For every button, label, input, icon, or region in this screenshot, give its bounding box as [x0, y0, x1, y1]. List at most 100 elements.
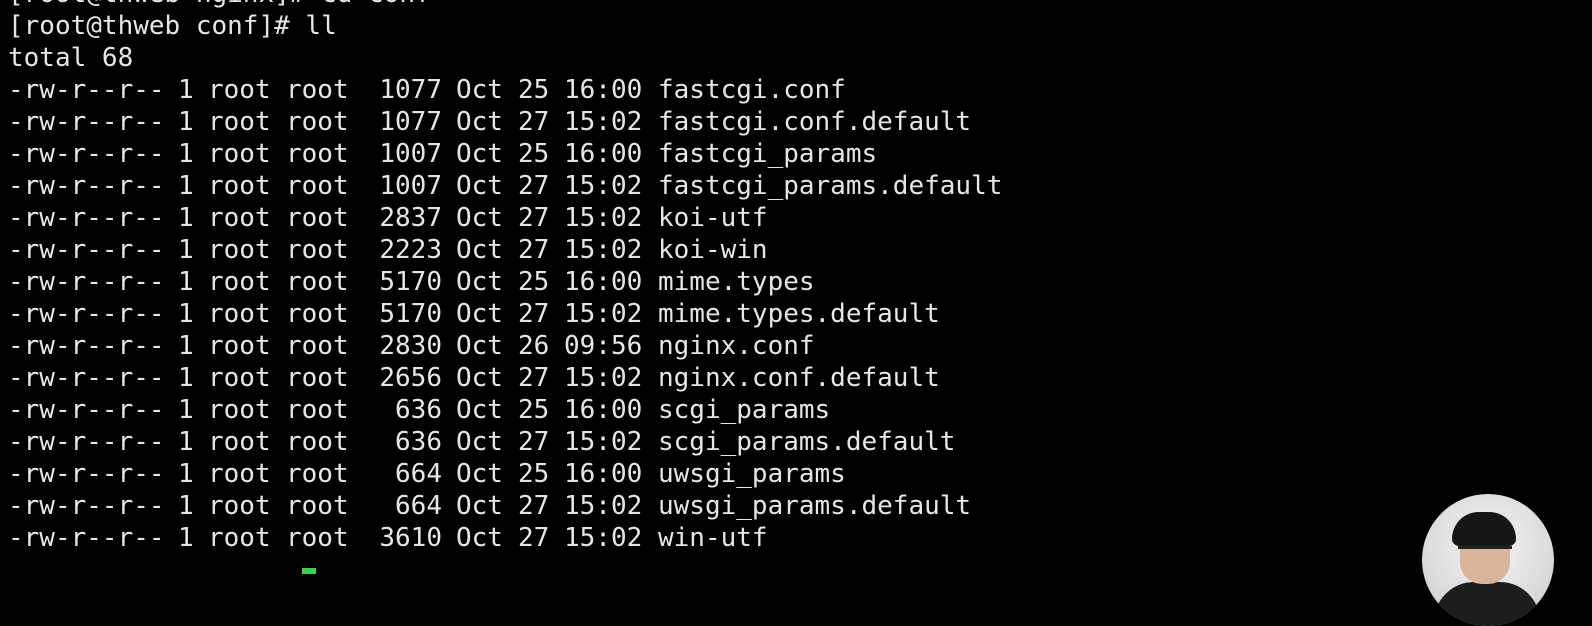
- file-name: koi-utf: [658, 203, 768, 233]
- file-time: 16:00: [564, 75, 643, 105]
- file-group: root: [286, 267, 349, 297]
- file-time: 15:02: [564, 427, 643, 457]
- file-month: Oct: [456, 171, 503, 201]
- file-group: root: [286, 171, 349, 201]
- file-time: 16:00: [564, 139, 643, 169]
- file-row: -rw-r--r-- 1 root root 5170 Oct 27 15:02 mime.ty…: [8, 298, 1592, 330]
- file-name: uwsgi_params.default: [658, 491, 972, 521]
- file-name: fastcgi.conf: [658, 75, 846, 105]
- file-size: 2656: [379, 363, 442, 393]
- file-time: 15:02: [564, 523, 643, 553]
- file-month: Oct: [456, 395, 503, 425]
- file-size: 5170: [379, 299, 442, 329]
- file-perm: -rw-r--r--: [8, 363, 165, 393]
- file-perm: -rw-r--r--: [8, 299, 165, 329]
- file-perm: -rw-r--r--: [8, 267, 165, 297]
- file-size: 5170: [379, 267, 442, 297]
- file-group: root: [286, 299, 349, 329]
- file-name: fastcgi_params: [658, 139, 878, 169]
- file-day: 25: [518, 75, 550, 105]
- file-perm: -rw-r--r--: [8, 235, 165, 265]
- file-size: 2830: [379, 331, 442, 361]
- file-month: Oct: [456, 139, 503, 169]
- file-month: Oct: [456, 491, 503, 521]
- file-owner: root: [208, 331, 271, 361]
- file-perm: -rw-r--r--: [8, 203, 165, 233]
- total-line: total 68: [8, 43, 134, 73]
- file-size: 636: [395, 395, 442, 425]
- file-links: 1: [178, 331, 194, 361]
- file-links: 1: [178, 459, 194, 489]
- file-links: 1: [178, 171, 194, 201]
- file-month: Oct: [456, 299, 503, 329]
- file-group: root: [286, 395, 349, 425]
- file-owner: root: [208, 267, 271, 297]
- file-owner: root: [208, 235, 271, 265]
- file-day: 27: [518, 203, 550, 233]
- file-links: 1: [178, 299, 194, 329]
- file-perm: -rw-r--r--: [8, 171, 165, 201]
- file-owner: root: [208, 139, 271, 169]
- file-size: 2223: [379, 235, 442, 265]
- file-month: Oct: [456, 459, 503, 489]
- file-day: 26: [518, 331, 550, 361]
- file-name: nginx.conf.default: [658, 363, 940, 393]
- file-perm: -rw-r--r--: [8, 395, 165, 425]
- mouse-cursor-icon: [302, 568, 316, 574]
- file-day: 27: [518, 107, 550, 137]
- file-size: 664: [395, 491, 442, 521]
- file-month: Oct: [456, 523, 503, 553]
- file-perm: -rw-r--r--: [8, 491, 165, 521]
- file-row: -rw-r--r-- 1 root root 664 Oct 27 15:02 uwsgi_pa…: [8, 490, 1592, 522]
- webcam-hair: [1452, 512, 1516, 546]
- file-time: 16:00: [564, 459, 643, 489]
- file-owner: root: [208, 363, 271, 393]
- file-row: -rw-r--r-- 1 root root 1007 Oct 25 16:00 fastcgi…: [8, 138, 1592, 170]
- file-links: 1: [178, 427, 194, 457]
- file-group: root: [286, 491, 349, 521]
- file-size: 3610: [379, 523, 442, 553]
- file-name: scgi_params: [658, 395, 831, 425]
- file-day: 27: [518, 523, 550, 553]
- file-name: mime.types.default: [658, 299, 940, 329]
- file-group: root: [286, 427, 349, 457]
- file-time: 16:00: [564, 395, 643, 425]
- file-month: Oct: [456, 107, 503, 137]
- file-day: 27: [518, 299, 550, 329]
- person-webcam-icon: [1422, 494, 1554, 626]
- file-perm: -rw-r--r--: [8, 139, 165, 169]
- file-day: 25: [518, 459, 550, 489]
- terminal-window[interactable]: [root@thweb nginx]# cd conf [root@thweb …: [0, 0, 1592, 578]
- file-row: -rw-r--r-- 1 root root 2656 Oct 27 15:02 nginx.c…: [8, 362, 1592, 394]
- file-size: 1007: [379, 171, 442, 201]
- file-name: uwsgi_params: [658, 459, 846, 489]
- file-owner: root: [208, 171, 271, 201]
- file-time: 15:02: [564, 171, 643, 201]
- webcam-shirt: [1434, 582, 1540, 626]
- file-row: -rw-r--r-- 1 root root 5170 Oct 25 16:00 mime.ty…: [8, 266, 1592, 298]
- prompt-line-ll: [root@thweb conf]# ll: [8, 11, 337, 41]
- file-time: 15:02: [564, 235, 643, 265]
- file-month: Oct: [456, 427, 503, 457]
- file-time: 16:00: [564, 267, 643, 297]
- file-name: fastcgi.conf.default: [658, 107, 972, 137]
- file-row: -rw-r--r-- 1 root root 2837 Oct 27 15:02 koi-utf: [8, 202, 1592, 234]
- file-size: 636: [395, 427, 442, 457]
- file-owner: root: [208, 491, 271, 521]
- file-day: 25: [518, 395, 550, 425]
- file-owner: root: [208, 75, 271, 105]
- file-month: Oct: [456, 235, 503, 265]
- file-size: 664: [395, 459, 442, 489]
- file-owner: root: [208, 107, 271, 137]
- file-group: root: [286, 139, 349, 169]
- file-row: -rw-r--r-- 1 root root 636 Oct 27 15:02 scgi_par…: [8, 426, 1592, 458]
- file-links: 1: [178, 491, 194, 521]
- file-perm: -rw-r--r--: [8, 427, 165, 457]
- file-group: root: [286, 523, 349, 553]
- file-group: root: [286, 363, 349, 393]
- file-owner: root: [208, 427, 271, 457]
- file-perm: -rw-r--r--: [8, 75, 165, 105]
- file-group: root: [286, 107, 349, 137]
- file-group: root: [286, 235, 349, 265]
- file-owner: root: [208, 203, 271, 233]
